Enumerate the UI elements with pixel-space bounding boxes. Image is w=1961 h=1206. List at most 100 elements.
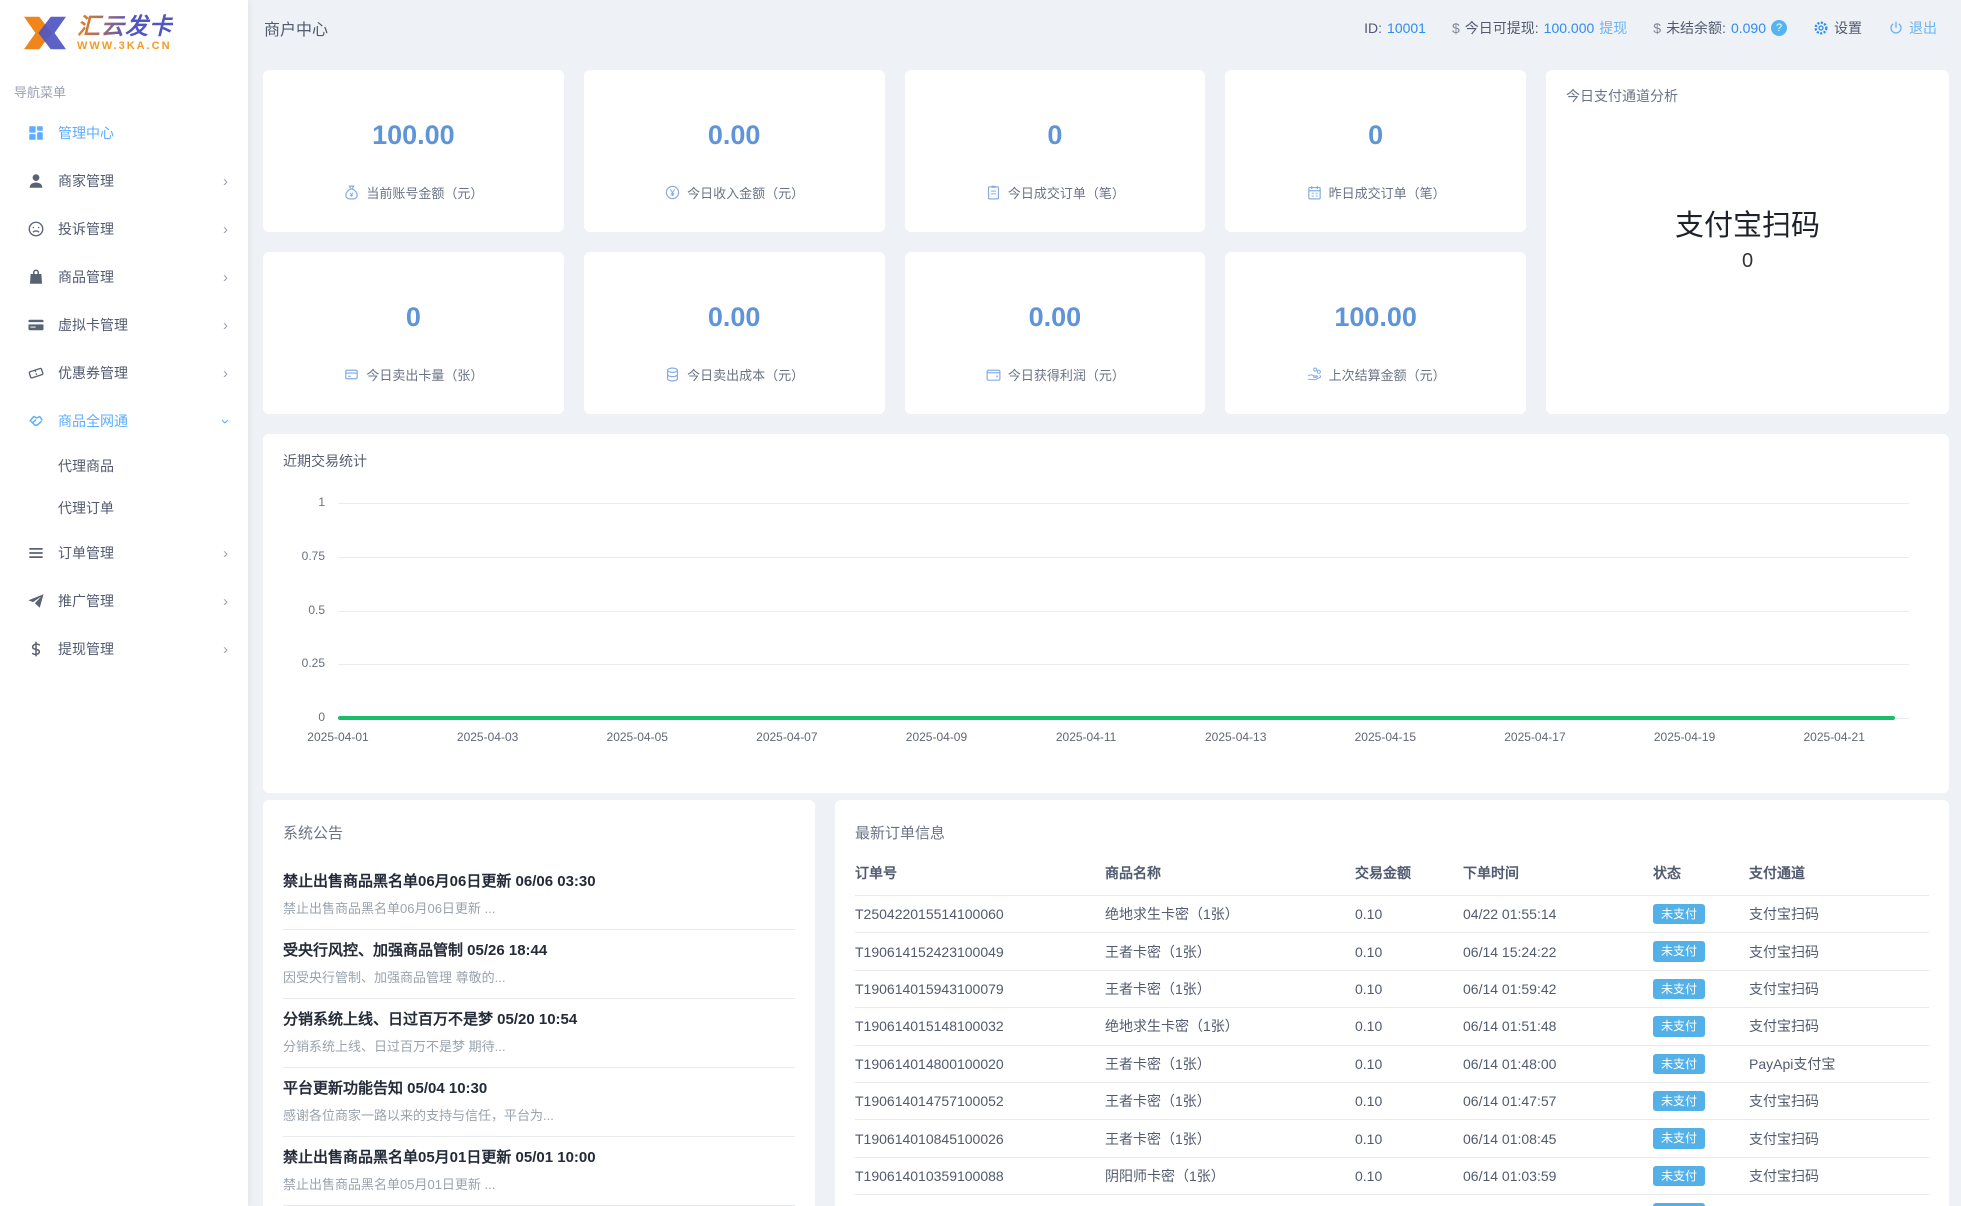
y-tick-label: 0.75 (301, 548, 325, 563)
pay-channel-center: 支付宝扫码 0 (1546, 202, 1949, 273)
product-cell: 王者卡密（1张） (1105, 1082, 1355, 1121)
announcement-item[interactable]: 禁止出售商品黑名单06月06日更新 06/06 03:30 禁止出售商品黑名单06… (283, 861, 795, 930)
vcard-icon (27, 316, 45, 334)
amount-cell: 0.10 (1355, 970, 1463, 1009)
announcements-list: 禁止出售商品黑名单06月06日更新 06/06 03:30 禁止出售商品黑名单06… (283, 861, 795, 1206)
status-badge: 未支付 (1653, 1128, 1706, 1149)
status-cell: 未支付 (1653, 1194, 1749, 1206)
topbar-right: ID: 10001 $ 今日可提现: 100.000 提现 $ 未结余额: 0.… (1348, 18, 1937, 38)
status-badge: 未支付 (1653, 1016, 1706, 1037)
time-cell: 06/14 01:59:42 (1463, 970, 1653, 1009)
col-amount: 交易金额 (1355, 859, 1463, 896)
stat-card: 0.00 今日获得利润（元） (904, 252, 1206, 414)
handcoin-icon (1306, 366, 1323, 383)
order-row: T190614015943100079 王者卡密（1张） 0.10 06/14 01:… (855, 970, 1929, 1009)
announcement-title: 平台更新功能告知 05/04 10:30 (283, 1079, 795, 1099)
channel-cell: 支付宝扫码 (1749, 1119, 1929, 1158)
logout-button[interactable]: 退出 (1888, 18, 1937, 38)
sidebar-item-promotion[interactable]: 推广管理 › (0, 577, 248, 625)
announcement-excerpt: 感谢各位商家一路以来的支持与信任，平台为... (283, 1108, 554, 1123)
announcement-item[interactable]: 禁止出售商品黑名单05月01日更新 05/01 10:00 禁止出售商品黑名单05… (283, 1137, 795, 1206)
withdraw-link[interactable]: 提现 (1599, 18, 1627, 38)
product-cell: 绝地求生卡密（1张） (1105, 1007, 1355, 1046)
col-product: 商品名称 (1105, 859, 1355, 896)
announcement-time: 05/26 18:44 (467, 942, 548, 959)
chevron-right-icon: › (223, 544, 228, 562)
y-tick-label: 0.25 (301, 656, 325, 671)
time-cell: 06/14 01:48:00 (1463, 1045, 1653, 1083)
pay-channel-panel-title: 今日支付通道分析 (1566, 88, 1678, 104)
latest-orders-panel: 最新订单信息 订单号 商品名称 交易金额 下单时间 状态 支付通道 T25042… (835, 800, 1949, 1206)
y-tick-label: 0.5 (308, 602, 325, 617)
x-tick-label: 2025-04-15 (1354, 730, 1417, 744)
order-no-cell: T190614015943100079 (855, 970, 1105, 1009)
sidebar-subitem[interactable]: 代理订单 (0, 487, 248, 529)
stat-card-label: 今日成交订单（笔） (985, 183, 1125, 202)
announcement-item[interactable]: 受央行风控、加强商品管制 05/26 18:44 因受央行管制、加强商品管理 尊敬… (283, 930, 795, 999)
brand-logo-icon (24, 16, 66, 50)
sidebar-item-network[interactable]: 商品全网通 › (0, 397, 248, 445)
status-cell: 未支付 (1653, 1082, 1749, 1121)
sidebar-item-coupon[interactable]: 优惠券管理 › (0, 349, 248, 397)
order-row: 未支付 (855, 1194, 1929, 1206)
chevron-right-icon: › (223, 172, 228, 190)
orders-table: 订单号 商品名称 交易金额 下单时间 状态 支付通道 T250422015514… (855, 859, 1929, 1206)
announcement-excerpt: 禁止出售商品黑名单06月06日更新 ... (283, 901, 496, 916)
status-badge: 未支付 (1653, 904, 1706, 925)
topbar: 商户中心 ID: 10001 $ 今日可提现: 100.000 提现 $ 未结余… (248, 0, 1961, 56)
brand-logo[interactable]: 汇云发卡 WWW.3KA.CN (0, 0, 248, 64)
announcement-excerpt: 禁止出售商品黑名单05月01日更新 ... (283, 1177, 496, 1192)
channel-cell (1749, 1194, 1929, 1206)
pay-channel-name: 支付宝扫码 (1674, 210, 1820, 242)
chart-gridline (338, 664, 1909, 666)
sidebar-item-complaint[interactable]: 投诉管理 › (0, 205, 248, 253)
chevron-right-icon: › (223, 640, 228, 658)
order-no-cell: T190614015148100032 (855, 1007, 1105, 1046)
channel-cell: PayApi支付宝 (1749, 1045, 1929, 1083)
stat-card-value: 0.00 (707, 302, 761, 332)
sidebar-item-merchant[interactable]: 商家管理 › (0, 157, 248, 205)
status-badge: 未支付 (1653, 1053, 1706, 1074)
sidebar-item-product[interactable]: 商品管理 › (0, 253, 248, 301)
status-cell: 未支付 (1653, 1007, 1749, 1046)
channel-cell: 支付宝扫码 (1749, 970, 1929, 1009)
announcement-item[interactable]: 分销系统上线、日过百万不是梦 05/20 10:54 分销系统上线、日过百万不是梦… (283, 999, 795, 1068)
amount-cell: 0.10 (1355, 895, 1463, 934)
sidebar-subitem[interactable]: 代理商品 (0, 445, 248, 487)
channel-cell: 支付宝扫码 (1749, 895, 1929, 934)
col-time: 下单时间 (1463, 859, 1653, 896)
settings-button[interactable]: 设置 (1813, 18, 1862, 38)
coupon-icon (27, 364, 45, 382)
stat-card-label-text: 今日收入金额（元） (687, 186, 805, 201)
announcement-item[interactable]: 平台更新功能告知 05/04 10:30 感谢各位商家一路以来的支持与信任，平台为… (283, 1068, 795, 1137)
sidebar-item-vcard[interactable]: 虚拟卡管理 › (0, 301, 248, 349)
sidebar-item-label: 商品管理 (58, 269, 114, 285)
sidebar-item-label: 商家管理 (58, 173, 114, 189)
channel-cell: 支付宝扫码 (1749, 1007, 1929, 1046)
product-cell: 王者卡密（1张） (1105, 1119, 1355, 1158)
help-icon[interactable]: ? (1771, 20, 1787, 36)
chart-gridline (338, 503, 1909, 504)
merchant-dashboard: 汇云发卡 WWW.3KA.CN 导航菜单 管理中心 商家管理 › 投诉管理 › 商品管理 ›… (0, 0, 1961, 1206)
amount-cell (1355, 1194, 1463, 1206)
content: 100.00 当前账号金额（元） 0.00 今日收入金额（元） 0 今日成交订单（笔） 0 昨… (248, 56, 1961, 1206)
channel-cell: 支付宝扫码 (1749, 932, 1929, 971)
order-no-cell: T190614152423100049 (855, 932, 1105, 971)
stat-card-label: 今日卖出成本（元） (664, 365, 804, 384)
announcement-title: 禁止出售商品黑名单06月06日更新 06/06 03:30 (283, 872, 795, 892)
sidebar-item-withdraw[interactable]: 提现管理 › (0, 625, 248, 673)
sidebar-item-order[interactable]: 订单管理 › (0, 529, 248, 577)
stat-card-label-text: 今日成交订单（笔） (1007, 186, 1125, 201)
stat-card-label: 当前账号金额（元） (343, 183, 483, 202)
stat-card-label-text: 今日卖出成本（元） (687, 368, 805, 383)
amount-cell: 0.10 (1355, 1007, 1463, 1046)
channel-cell: 支付宝扫码 (1749, 1157, 1929, 1196)
merchant-icon (27, 172, 45, 190)
chart-gridline (338, 556, 1909, 558)
sidebar-item-dashboard[interactable]: 管理中心 (0, 109, 248, 157)
sidebar-item-label: 虚拟卡管理 (58, 317, 128, 333)
status-badge: 未支付 (1653, 1165, 1706, 1187)
time-cell: 06/14 01:08:45 (1463, 1119, 1653, 1158)
cardout-icon (343, 366, 360, 383)
chart-title: 近期交易统计 (283, 453, 367, 469)
